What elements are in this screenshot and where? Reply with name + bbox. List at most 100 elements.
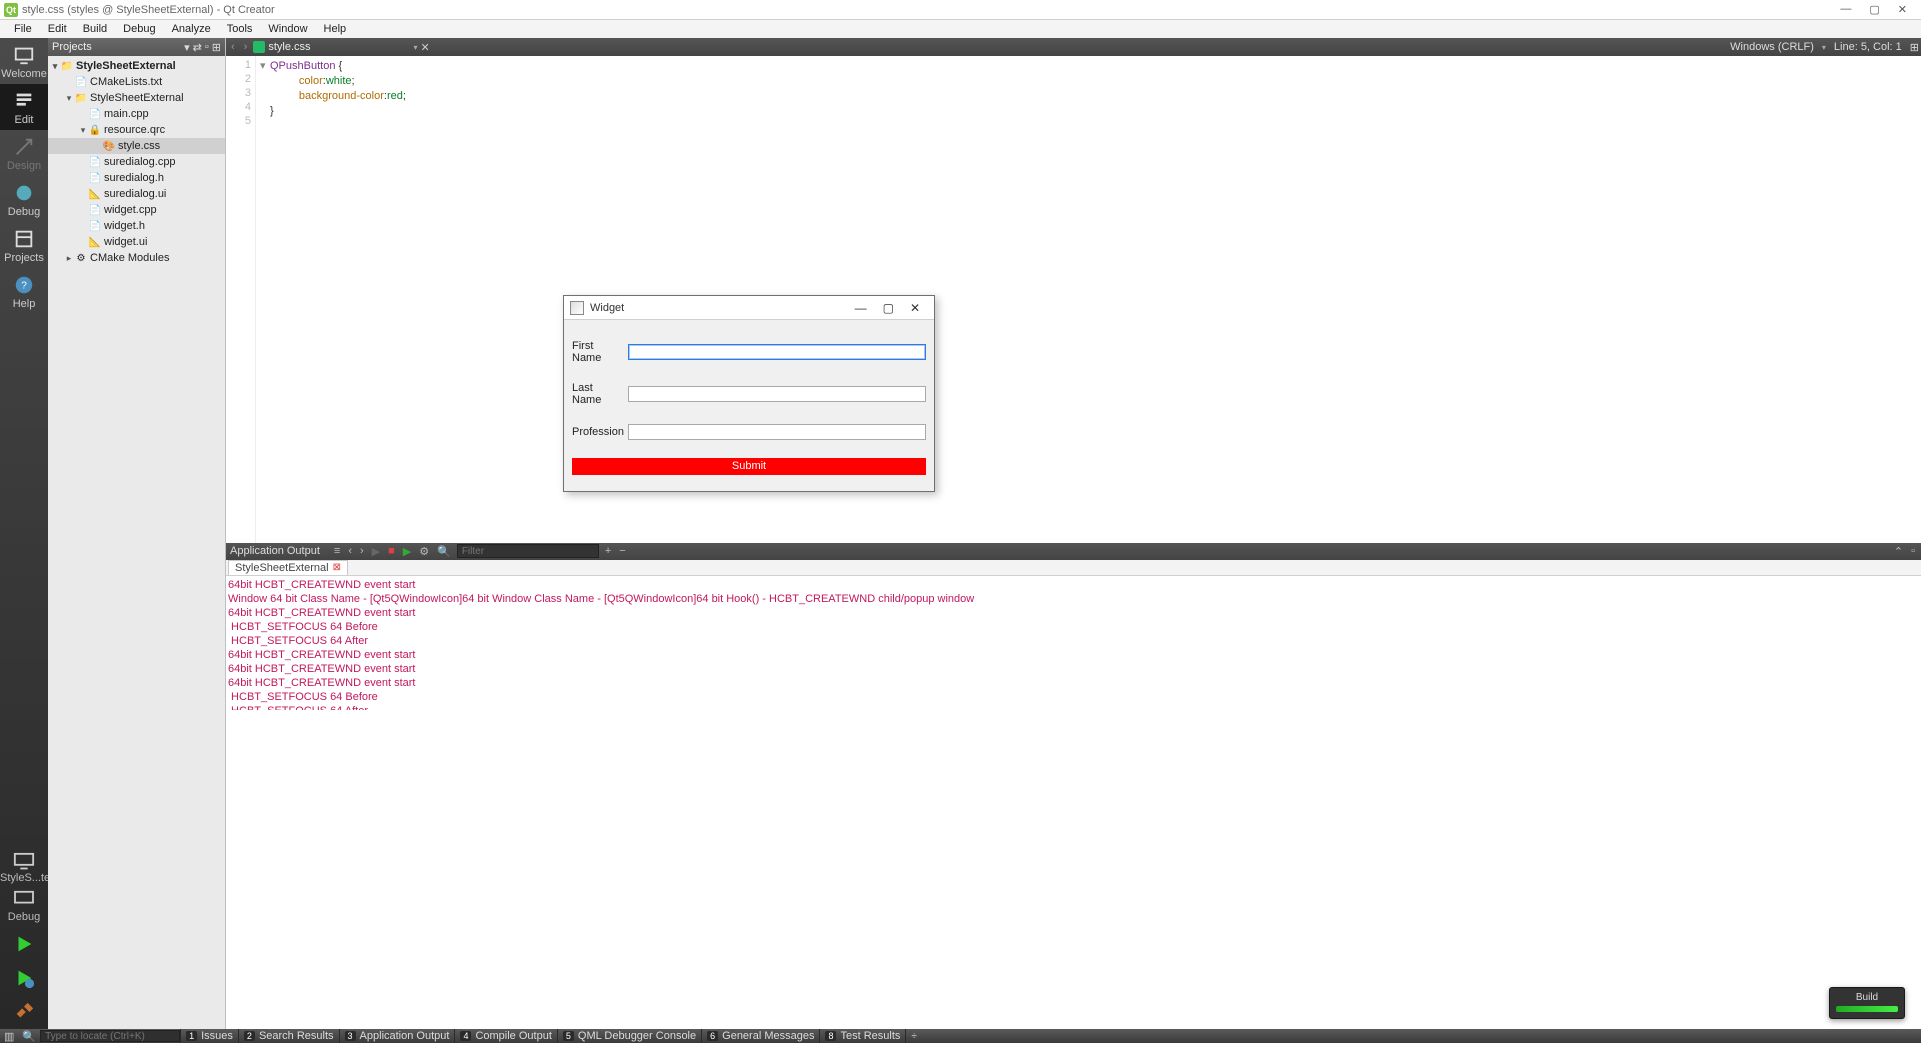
mode-help[interactable]: ? Help <box>0 268 48 314</box>
tree-item[interactable]: ▾📁StyleSheetExternal <box>48 58 225 74</box>
output-panel-header: Application Output ≡ ‹ › ▶ ■ ▶ ⚙ 🔍 + − ⌃… <box>226 543 1921 560</box>
split-editor-icon[interactable]: ⊞ <box>1910 41 1919 54</box>
output-expand-icon[interactable]: ⌃ <box>1892 545 1905 558</box>
locate-input[interactable] <box>40 1030 180 1042</box>
run-button[interactable] <box>0 927 48 961</box>
search-icon: 🔍 <box>435 545 453 558</box>
status-item-search-results[interactable]: 2Search Results <box>238 1029 339 1043</box>
split-icon[interactable]: ⊞ <box>212 41 221 54</box>
tree-item[interactable]: 🎨style.css <box>48 138 225 154</box>
submit-button[interactable]: Submit <box>572 458 926 475</box>
status-item-test-results[interactable]: 8Test Results <box>819 1029 905 1043</box>
tree-item[interactable]: 📄suredialog.cpp <box>48 154 225 170</box>
mode-welcome[interactable]: Welcome <box>0 38 48 84</box>
status-more-icon[interactable]: ÷ <box>905 1029 922 1043</box>
window-maximize-button[interactable]: ▢ <box>1869 3 1879 16</box>
code-content[interactable]: ▾QPushButton { color:white; background-c… <box>256 56 410 543</box>
menu-build[interactable]: Build <box>75 21 115 37</box>
tree-item[interactable]: ▸⚙CMake Modules <box>48 250 225 266</box>
chevron-icon: ▾ <box>64 93 74 104</box>
tree-item[interactable]: 📄widget.cpp <box>48 202 225 218</box>
menu-edit[interactable]: Edit <box>40 21 75 37</box>
tree-item[interactable]: 📄suredialog.h <box>48 170 225 186</box>
tree-item[interactable]: 📐suredialog.ui <box>48 186 225 202</box>
output-run-icon[interactable]: ▶ <box>370 545 382 558</box>
tree-item-label: widget.ui <box>104 236 147 248</box>
widget-minimize-button[interactable]: — <box>847 301 875 315</box>
project-tree[interactable]: ▾📁StyleSheetExternal📄CMakeLists.txt▾📁Sty… <box>48 56 225 268</box>
build-button[interactable] <box>0 995 48 1029</box>
profession-input[interactable] <box>628 424 926 440</box>
output-add-icon[interactable]: + <box>603 545 613 557</box>
menu-debug[interactable]: Debug <box>115 21 163 37</box>
status-item-qml-debugger-console[interactable]: 5QML Debugger Console <box>557 1029 701 1043</box>
status-item-application-output[interactable]: 3Application Output <box>339 1029 455 1043</box>
tree-item[interactable]: 📄main.cpp <box>48 106 225 122</box>
encoding-dropdown-icon[interactable]: ▾ <box>1822 43 1826 52</box>
status-item-compile-output[interactable]: 4Compile Output <box>454 1029 556 1043</box>
widget-close-button[interactable]: ✕ <box>902 301 928 315</box>
widget-dialog: Widget — ▢ ✕ First Name Last Name Profes… <box>563 295 935 492</box>
help-icon: ? <box>13 274 35 296</box>
code-editor[interactable]: 12345 ▾QPushButton { color:white; backgr… <box>226 56 1921 543</box>
welcome-icon <box>13 44 35 66</box>
last-name-input[interactable] <box>628 386 926 402</box>
mode-debug[interactable]: Debug <box>0 176 48 222</box>
output-gear-icon[interactable]: ⚙ <box>417 545 431 558</box>
widget-maximize-button[interactable]: ▢ <box>875 301 902 315</box>
nav-forward-icon[interactable]: › <box>241 41 251 53</box>
projects-pane-header: Projects ▾ ⇄ ▫ ⊞ <box>48 38 225 56</box>
mode-design[interactable]: Design <box>0 130 48 176</box>
output-next-icon[interactable]: › <box>358 545 366 557</box>
menu-analyze[interactable]: Analyze <box>164 21 219 37</box>
menu-window[interactable]: Window <box>260 21 315 37</box>
kit-selector[interactable]: StyleS...ternal Debug <box>0 848 48 927</box>
output-popup-icon[interactable]: ▫ <box>1909 545 1917 558</box>
close-sidebar-icon[interactable]: ▥ <box>0 1030 18 1043</box>
tree-item-label: suredialog.ui <box>104 188 166 200</box>
output-settings-icon[interactable]: ≡ <box>332 545 342 557</box>
menubar: File Edit Build Debug Analyze Tools Wind… <box>0 20 1921 38</box>
tree-item[interactable]: ▾📁StyleSheetExternal <box>48 90 225 106</box>
menu-file[interactable]: File <box>6 21 40 37</box>
window-title: style.css (styles @ StyleSheetExternal) … <box>22 4 1836 16</box>
output-tab-active[interactable]: StyleSheetExternal ⊠ <box>228 560 348 575</box>
file-dropdown-icon[interactable]: ▾ <box>414 43 418 52</box>
build-progress-popup: Build <box>1829 987 1905 1019</box>
output-body[interactable]: 64bit HCBT_CREATEWND event startWindow 6… <box>226 576 1921 710</box>
mode-edit[interactable]: Edit <box>0 84 48 130</box>
file-icon: 📄 <box>88 157 102 168</box>
nav-back-icon[interactable]: ‹ <box>228 41 238 53</box>
tree-item[interactable]: 📄widget.h <box>48 218 225 234</box>
cursor-position[interactable]: Line: 5, Col: 1 <box>1834 41 1902 53</box>
close-icon[interactable]: ⊠ <box>333 562 341 573</box>
encoding-label[interactable]: Windows (CRLF) <box>1730 41 1814 53</box>
last-name-label: Last Name <box>572 382 624 406</box>
output-stop-icon[interactable]: ■ <box>386 545 397 557</box>
menu-tools[interactable]: Tools <box>219 21 261 37</box>
tree-item[interactable]: 📐widget.ui <box>48 234 225 250</box>
widget-titlebar[interactable]: Widget — ▢ ✕ <box>564 296 934 320</box>
close-file-icon[interactable]: ✕ <box>421 41 430 54</box>
status-item-issues[interactable]: 1Issues <box>180 1029 238 1043</box>
sync-icon[interactable]: ⇄ <box>193 41 202 54</box>
editor-toolbar: ‹ › style.css ▾ ✕ Windows (CRLF) ▾ Line:… <box>226 38 1921 56</box>
tree-item[interactable]: ▾🔒resource.qrc <box>48 122 225 138</box>
output-rerun-icon[interactable]: ▶ <box>401 545 413 558</box>
output-remove-icon[interactable]: − <box>617 545 627 557</box>
tree-item-label: StyleSheetExternal <box>90 92 184 104</box>
status-item-general-messages[interactable]: 6General Messages <box>701 1029 819 1043</box>
output-filter-input[interactable] <box>457 544 599 558</box>
menu-help[interactable]: Help <box>316 21 355 37</box>
window-minimize-button[interactable]: — <box>1840 3 1851 16</box>
open-file-name[interactable]: style.css <box>268 41 410 53</box>
first-name-input[interactable] <box>628 344 926 360</box>
run-debug-button[interactable] <box>0 961 48 995</box>
mode-projects[interactable]: Projects <box>0 222 48 268</box>
output-prev-icon[interactable]: ‹ <box>346 545 354 557</box>
tree-item-label: CMakeLists.txt <box>90 76 162 88</box>
expand-icon[interactable]: ▫ <box>205 41 209 54</box>
tree-item[interactable]: 📄CMakeLists.txt <box>48 74 225 90</box>
filter-icon[interactable]: ▾ <box>184 41 190 54</box>
window-close-button[interactable]: ✕ <box>1898 3 1907 16</box>
